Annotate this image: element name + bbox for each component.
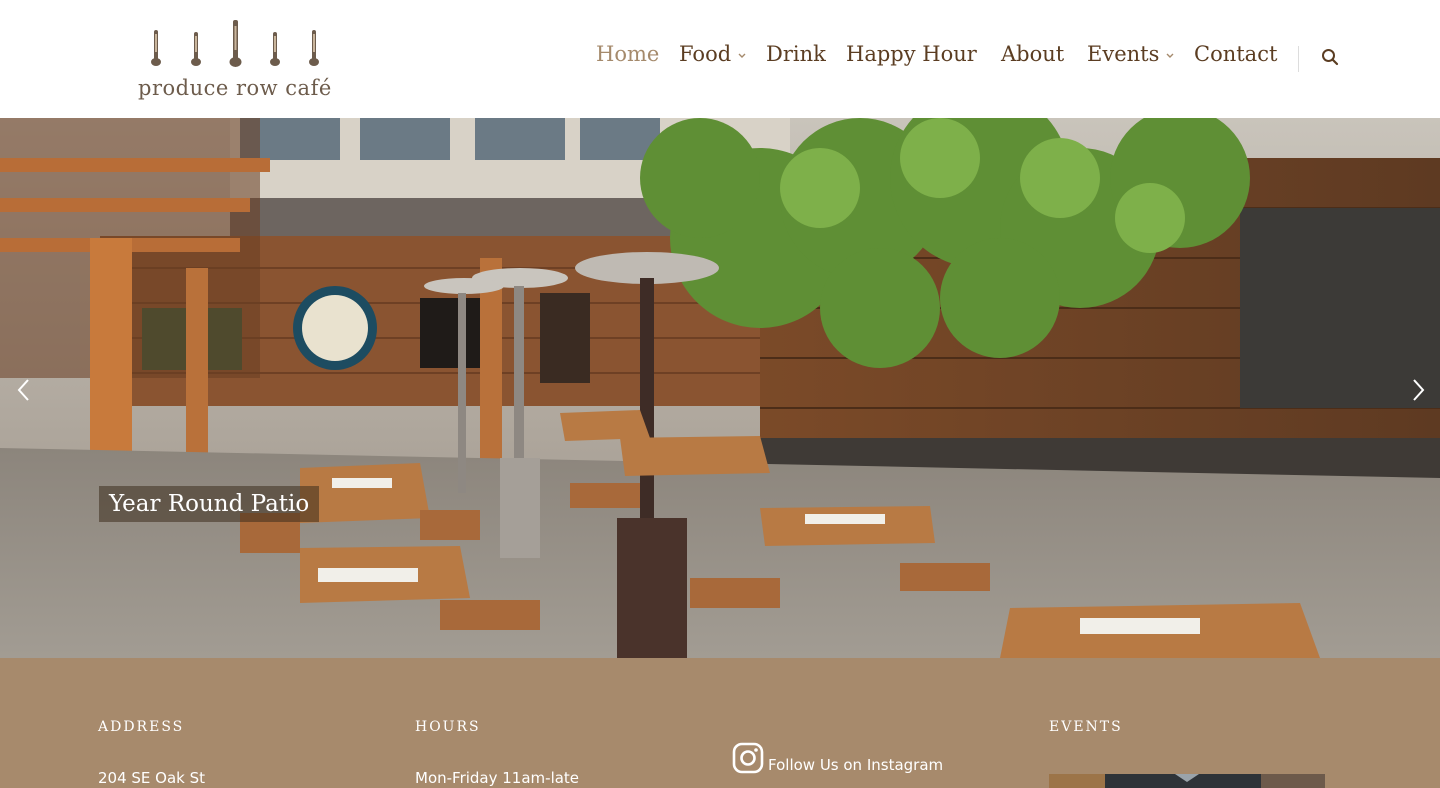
event-image	[1049, 774, 1325, 788]
nav-item-home[interactable]: Home	[596, 42, 659, 66]
nav-item-food[interactable]: Food	[679, 42, 747, 66]
chevron-down-icon	[738, 53, 746, 58]
nav-item-contact[interactable]: Contact	[1194, 42, 1277, 66]
nav-item-events[interactable]: Events	[1087, 42, 1175, 66]
hero-slider: Year Round Patio	[0, 118, 1440, 658]
nav-item-events-label: Events	[1087, 42, 1160, 66]
slide-caption: Year Round Patio	[99, 486, 320, 522]
chevron-right-icon[interactable]	[1406, 376, 1430, 404]
site-header: produce row café Home Food Drink Happy H…	[0, 0, 1440, 118]
search-icon[interactable]	[1320, 47, 1340, 67]
main-nav: Home Food Drink Happy Hour About Events …	[0, 42, 1440, 74]
event-thumbnail[interactable]	[1049, 774, 1325, 788]
site-footer: ADDRESS 204 SE Oak St HOURS Mon-Friday 1…	[0, 658, 1440, 788]
address-line: 204 SE Oak St	[98, 769, 206, 787]
address-title: ADDRESS	[98, 719, 185, 735]
chevron-down-icon	[1166, 53, 1174, 58]
patio-photo	[0, 118, 1440, 658]
nav-item-food-label: Food	[679, 42, 732, 66]
instagram-icon[interactable]	[732, 742, 764, 774]
nav-item-about[interactable]: About	[1001, 42, 1064, 66]
instagram-link[interactable]: Follow Us on Instagram	[768, 756, 943, 774]
hours-line: Mon-Friday 11am-late	[415, 769, 580, 787]
hours-title: HOURS	[415, 719, 481, 735]
logo-text: produce row café	[138, 76, 332, 100]
nav-item-drink[interactable]: Drink	[766, 42, 826, 66]
events-title: EVENTS	[1049, 719, 1123, 735]
nav-divider	[1298, 46, 1299, 72]
nav-item-happy-hour[interactable]: Happy Hour	[846, 42, 977, 66]
chevron-left-icon[interactable]	[12, 376, 36, 404]
